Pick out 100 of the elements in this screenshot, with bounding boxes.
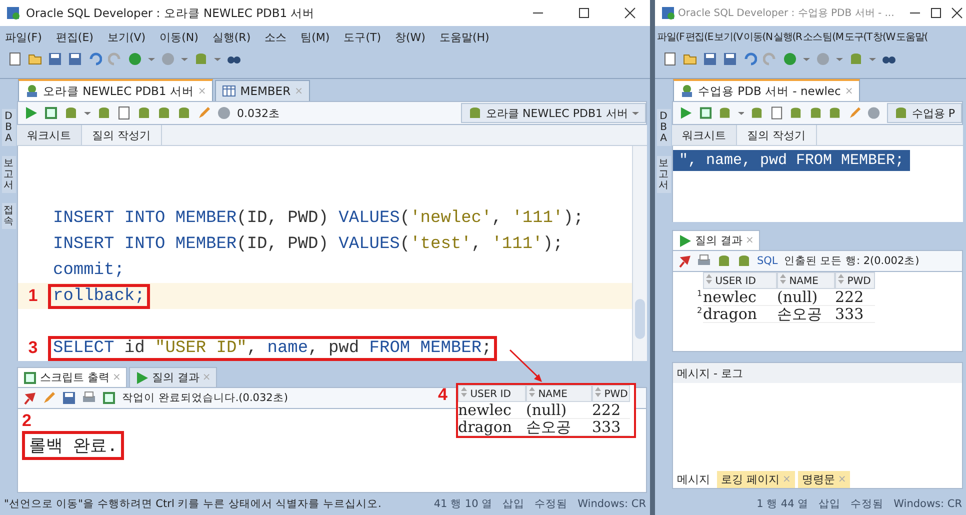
back-icon[interactable] — [867, 106, 881, 120]
tab[interactable]: 로깅 페이지 × — [717, 471, 795, 488]
menu-item[interactable]: 팀(M — [822, 30, 844, 44]
tab[interactable]: 질의 결과 × — [128, 367, 217, 387]
worksheet-icon[interactable] — [44, 106, 58, 120]
back-icon[interactable] — [217, 106, 231, 120]
app-icon[interactable] — [661, 6, 675, 20]
connection-icon[interactable] — [680, 84, 694, 98]
database-icon[interactable] — [137, 106, 151, 120]
menu-item[interactable]: 소스 — [802, 30, 822, 44]
pencil-icon[interactable] — [42, 391, 56, 405]
maximize-icon[interactable] — [578, 7, 590, 19]
save-icon[interactable] — [48, 52, 62, 66]
sort-icon[interactable] — [706, 274, 712, 284]
tab[interactable]: 스크립트 출력 × — [17, 367, 127, 387]
save-icon[interactable] — [703, 52, 717, 66]
sort-icon[interactable] — [529, 387, 535, 397]
database-icon[interactable] — [808, 106, 822, 120]
maximize-icon[interactable] — [930, 7, 942, 19]
close-icon[interactable] — [624, 7, 636, 19]
sort-icon[interactable] — [595, 387, 601, 397]
database-icon[interactable] — [468, 106, 482, 120]
app-icon[interactable] — [6, 6, 20, 20]
worksheet-icon[interactable] — [102, 391, 116, 405]
tab[interactable]: 워크시트 — [672, 125, 737, 145]
menu-item[interactable]: 도움말( — [896, 30, 928, 44]
pin-icon[interactable] — [677, 254, 691, 268]
sort-icon[interactable] — [461, 387, 467, 397]
forward-icon[interactable] — [783, 52, 797, 66]
menu-item[interactable]: 편집(E — [685, 30, 714, 44]
menu-item[interactable]: 창(W — [873, 30, 896, 44]
save-icon[interactable] — [68, 52, 82, 66]
sql-link[interactable]: SQL — [757, 255, 778, 267]
pin-icon[interactable] — [22, 391, 36, 405]
save-icon[interactable] — [62, 391, 76, 405]
database-icon[interactable] — [717, 254, 731, 268]
connection-icon[interactable] — [25, 84, 39, 98]
scrollbar[interactable] — [632, 146, 647, 361]
menu-item[interactable]: 파일(F — [657, 30, 684, 44]
folder-icon[interactable] — [683, 52, 697, 66]
database-icon[interactable] — [849, 52, 863, 66]
database-icon[interactable] — [64, 106, 78, 120]
undo-icon[interactable] — [88, 52, 102, 66]
database-icon[interactable] — [194, 52, 208, 66]
tab[interactable]: 수업용 PDB 서버 - newlec × — [673, 79, 860, 101]
table-icon[interactable] — [222, 84, 236, 98]
worksheet-icon[interactable] — [23, 370, 37, 384]
back-icon[interactable] — [161, 52, 175, 66]
database-icon[interactable] — [828, 106, 842, 120]
database-icon[interactable] — [157, 106, 171, 120]
database-icon[interactable] — [718, 106, 732, 120]
menu-item[interactable]: 소스 — [264, 30, 287, 44]
side-tab[interactable]: 보고서 — [656, 156, 670, 193]
close-icon[interactable] — [951, 7, 963, 19]
new-file-icon[interactable] — [770, 106, 784, 120]
tab[interactable]: 질의 결과 × — [672, 230, 760, 250]
menu-item[interactable]: 이동(N) — [160, 30, 198, 44]
run-icon[interactable] — [24, 106, 38, 120]
database-icon[interactable] — [97, 106, 111, 120]
forward-icon[interactable] — [128, 52, 142, 66]
column-header[interactable]: PWD — [835, 272, 875, 289]
tab[interactable]: 질의 작성기 — [82, 125, 162, 145]
new-file-icon[interactable] — [8, 52, 22, 66]
menu-item[interactable]: 편집(E) — [56, 30, 94, 44]
worksheet-icon[interactable] — [698, 106, 712, 120]
column-header[interactable]: NAME — [777, 272, 835, 289]
printer-icon[interactable] — [697, 254, 711, 268]
tab[interactable]: MEMBER × — [215, 80, 310, 101]
tab[interactable]: 워크시트 — [17, 125, 82, 145]
new-file-icon[interactable] — [663, 52, 677, 66]
connection-dropdown[interactable]: 수업용 P — [886, 103, 962, 123]
menu-item[interactable]: 창(W) — [395, 30, 426, 44]
pencil-icon[interactable] — [197, 106, 211, 120]
menu-item[interactable]: 보기(V) — [107, 30, 146, 44]
database-icon[interactable] — [750, 106, 764, 120]
printer-icon[interactable] — [82, 391, 96, 405]
side-tab[interactable]: 보고서 — [2, 156, 16, 193]
undo-icon[interactable] — [743, 52, 757, 66]
sort-icon[interactable] — [838, 274, 844, 284]
run-icon[interactable] — [679, 106, 693, 120]
menu-item[interactable]: 이동(N — [743, 30, 772, 44]
side-tab[interactable]: 접속 — [2, 203, 16, 229]
run-icon[interactable] — [678, 234, 692, 248]
database-icon[interactable] — [789, 106, 803, 120]
tab[interactable]: 질의 작성기 — [737, 125, 816, 145]
tab[interactable]: 오라클 NEWLEC PDB1 서버 × — [18, 79, 214, 101]
connection-dropdown[interactable]: 오라클 NEWLEC PDB1 서버 — [461, 103, 646, 123]
menu-item[interactable]: 도움말(H) — [439, 30, 490, 44]
save-icon[interactable] — [723, 52, 737, 66]
side-tab[interactable]: DBA — [656, 109, 670, 146]
back-icon[interactable] — [816, 52, 830, 66]
menu-item[interactable]: 실행(R — [773, 30, 802, 44]
database-icon[interactable] — [737, 254, 751, 268]
menu-item[interactable]: 실행(R) — [212, 30, 251, 44]
pencil-icon[interactable] — [848, 106, 862, 120]
menu-item[interactable]: 팀(M) — [300, 30, 330, 44]
side-tab[interactable]: DBA — [2, 109, 16, 146]
tab[interactable]: 명령문 × — [798, 471, 850, 488]
new-file-icon[interactable] — [117, 106, 131, 120]
database-icon[interactable] — [894, 106, 908, 120]
